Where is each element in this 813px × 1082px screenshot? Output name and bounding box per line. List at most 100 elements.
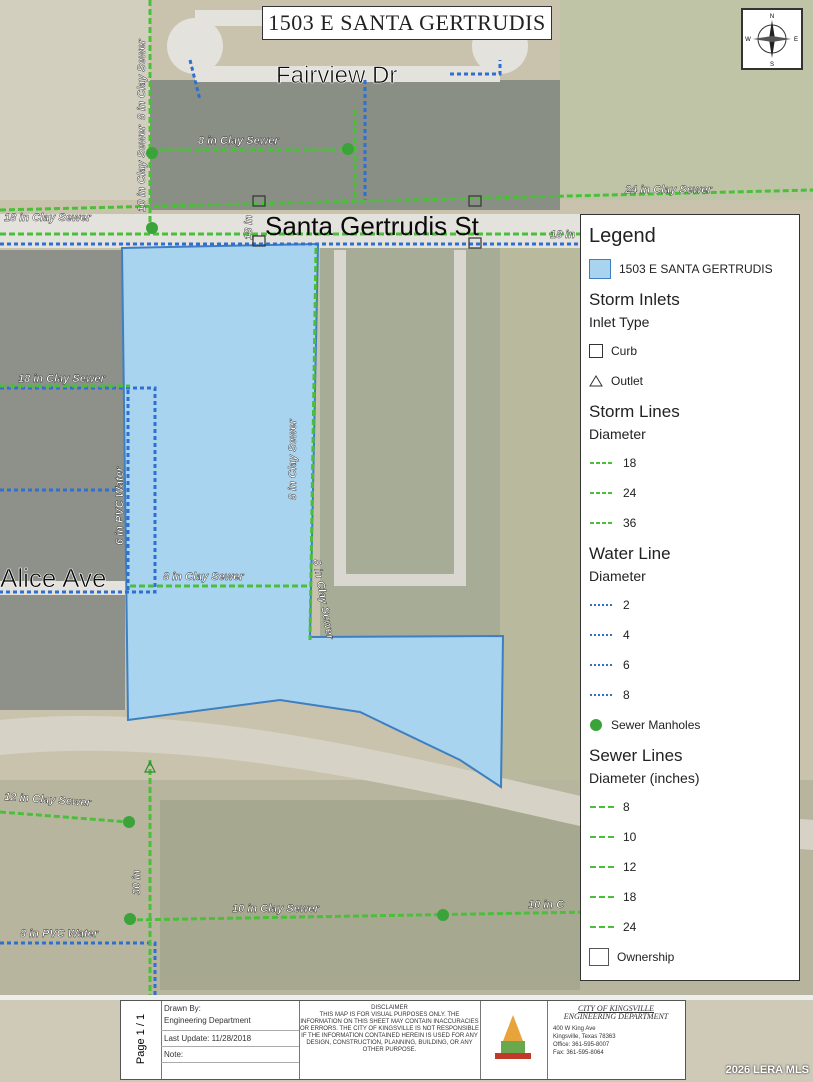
line-label: 8 in Clay Sewer: [163, 571, 244, 583]
city-info: CITY OF KINGSVILLE ENGINEERING DEPARTMEN…: [547, 1001, 685, 1079]
line-swatch-icon: [589, 628, 615, 642]
manhole-icon: [589, 718, 603, 732]
line-label: 10 in C: [528, 899, 565, 911]
map-title: 1503 E SANTA GERTRUDIS: [262, 6, 552, 40]
line-swatch-icon: [589, 890, 615, 904]
line-label: 8 in Clay Sewer: [287, 419, 299, 500]
drawn-by: Engineering Department: [164, 1016, 251, 1025]
legend-label: 36: [623, 516, 637, 530]
line-swatch-icon: [589, 456, 615, 470]
street-label-santa-gertrudis: Santa Gertrudis St: [265, 211, 480, 241]
square-icon: [589, 344, 603, 358]
note: Note:: [161, 1047, 299, 1063]
legend-label: 18: [623, 890, 637, 904]
legend-item-water-2: 2: [589, 590, 799, 620]
legend-item-storm-18: 18: [589, 448, 799, 478]
line-swatch-icon: [589, 920, 615, 934]
legend-item-curb: Curb: [589, 336, 799, 366]
disclaimer: DISCLAIMER THIS MAP IS FOR VISUAL PURPOS…: [299, 1001, 481, 1079]
legend-item-manholes: Sewer Manholes: [589, 710, 799, 740]
legend-item-sewer-18: 18: [589, 882, 799, 912]
field-northwest: [0, 0, 150, 200]
legend-item-sewer-12: 12: [589, 852, 799, 882]
legend-panel: Legend 1503 E SANTA GERTRUDIS Storm Inle…: [580, 214, 800, 981]
compass-n: N: [770, 14, 774, 20]
legend-label: 24: [623, 486, 637, 500]
mls-watermark: 2026 LERA MLS: [725, 1064, 809, 1076]
compass-s: S: [770, 62, 774, 68]
neighborhood-west: [0, 250, 125, 710]
street-label-fairview: Fairview Dr: [276, 62, 397, 89]
manhole[interactable]: [342, 143, 354, 155]
line-swatch-icon: [589, 830, 615, 844]
fax-number: Fax: 361-595-8064: [553, 1050, 604, 1056]
office-phone: Office: 361-595-8007: [553, 1042, 610, 1048]
legend-heading-storm-lines: Storm Lines: [589, 402, 680, 421]
line-label: 6 in PVC Water: [114, 466, 126, 545]
line-swatch-icon: [589, 658, 615, 672]
legend-subheading-sewer-diameter: Diameter (inches): [589, 770, 700, 786]
manhole[interactable]: [146, 222, 158, 234]
legend-item-water-4: 4: [589, 620, 799, 650]
parcel-swatch-icon: [589, 259, 611, 279]
legend-item-parcel: 1503 E SANTA GERTRUDIS: [589, 254, 799, 284]
city-logo: [481, 1001, 548, 1079]
legend-label: 18: [623, 456, 637, 470]
legend-item-ownership: Ownership: [589, 942, 799, 972]
legend-label: 8: [623, 688, 630, 702]
city-seal-icon: [495, 1015, 531, 1059]
legend-item-sewer-24: 24: [589, 912, 799, 942]
legend-label: 8: [623, 800, 630, 814]
line-swatch-icon: [589, 516, 615, 530]
legend-label: 1503 E SANTA GERTRUDIS: [619, 262, 773, 276]
line-swatch-icon: [589, 800, 615, 814]
legend-label: Curb: [611, 344, 638, 358]
legend-label: Ownership: [617, 950, 675, 964]
legend-subheading-inlet-type: Inlet Type: [589, 314, 650, 330]
line-label: 10 in Clay Sewer: [232, 903, 320, 915]
compass-rose: N S E W: [741, 8, 803, 70]
ownership-swatch-icon: [589, 948, 609, 966]
line-label: 18 in: [550, 229, 575, 241]
triangle-icon: [589, 374, 603, 388]
disclaimer-text: THIS MAP IS FOR VISUAL PURPOSES ONLY. TH…: [299, 1012, 480, 1053]
disclaimer-title: DISCLAIMER: [371, 1005, 408, 1011]
legend-item-sewer-10: 10: [589, 822, 799, 852]
line-label: 18 in Clay Sewer: [18, 373, 106, 385]
legend-heading-water-line: Water Line: [589, 544, 671, 563]
legend-label: 6: [623, 658, 630, 672]
line-swatch-icon: [589, 598, 615, 612]
legend-title: Legend: [589, 225, 656, 247]
legend-label: 2: [623, 598, 630, 612]
line-label: 30 in: [131, 870, 143, 895]
legend-item-sewer-8: 8: [589, 792, 799, 822]
line-swatch-icon: [589, 486, 615, 500]
legend-item-water-8: 8: [589, 680, 799, 710]
legend-subheading-storm-diameter: Diameter: [589, 426, 646, 442]
legend-subheading-water-diameter: Diameter: [589, 568, 646, 584]
legend-label: 10: [623, 830, 637, 844]
legend-item-outlet: Outlet: [589, 366, 799, 396]
compass-icon: N S E W: [745, 14, 798, 68]
line-label: 18 in: [243, 215, 255, 240]
legend-label: 12: [623, 860, 637, 874]
street-label-alice: Alice Ave: [0, 563, 106, 593]
legend-label: Outlet: [611, 374, 644, 388]
legend-item-storm-24: 24: [589, 478, 799, 508]
legend-item-water-6: 6: [589, 650, 799, 680]
compass-w: W: [745, 37, 751, 43]
manhole[interactable]: [437, 909, 449, 921]
legend-heading-storm-inlets: Storm Inlets: [589, 290, 680, 309]
address-line-2: Kingsville, Texas 78363: [553, 1034, 616, 1040]
brush-south: [160, 800, 580, 990]
title-block: Page 1 / 1 Drawn By: Engineering Departme…: [120, 1000, 686, 1080]
legend-item-storm-36: 36: [589, 508, 799, 538]
line-label: 8 in Clay Sewer: [198, 135, 279, 147]
department-name: ENGINEERING DEPARTMENT: [563, 1012, 669, 1021]
line-swatch-icon: [589, 860, 615, 874]
legend-label: 4: [623, 628, 630, 642]
manhole[interactable]: [124, 913, 136, 925]
manhole[interactable]: [123, 816, 135, 828]
last-update: Last Update: 11/28/2018: [161, 1031, 299, 1047]
line-label: 8 in PVC Water: [20, 928, 99, 940]
